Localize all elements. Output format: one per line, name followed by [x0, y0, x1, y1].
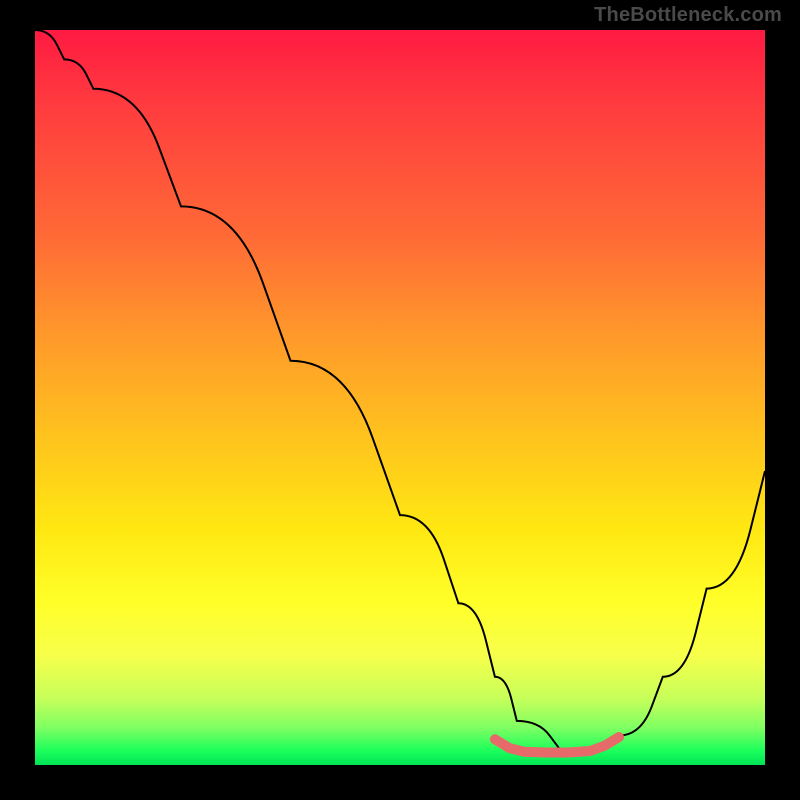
bottleneck-curve — [35, 30, 765, 750]
curve-layer — [35, 30, 765, 765]
watermark-text: TheBottleneck.com — [594, 4, 782, 27]
chart-stage: TheBottleneck.com — [0, 0, 800, 800]
plot-area — [35, 30, 765, 765]
